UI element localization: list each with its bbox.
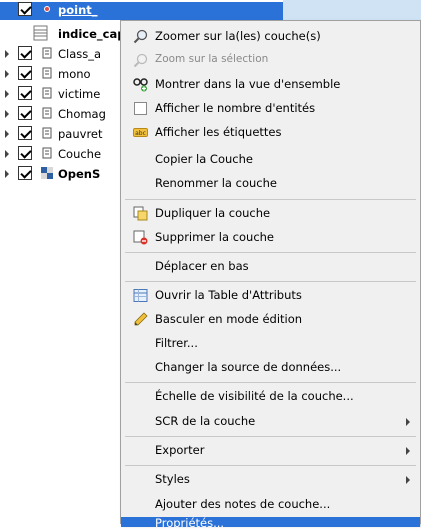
polygon-layer-icon bbox=[42, 47, 52, 59]
menu-toggle-editing[interactable]: Basculer en mode édition bbox=[121, 308, 420, 331]
menu-change-source[interactable]: Changer la source de données... bbox=[121, 356, 420, 379]
menu-label: Montrer dans la vue d'ensemble bbox=[155, 77, 341, 91]
layer-context-menu: Zoomer sur la(les) couche(s) Zoom sur la… bbox=[120, 20, 421, 530]
expand-arrow-icon[interactable] bbox=[5, 130, 9, 138]
layer-visibility-checkbox[interactable] bbox=[18, 166, 32, 180]
menu-separator bbox=[125, 281, 416, 282]
menu-copy-layer[interactable]: Copier la Couche bbox=[121, 148, 420, 171]
menu-label: Propriétés... bbox=[155, 516, 225, 530]
layer-visibility-checkbox[interactable] bbox=[18, 106, 32, 120]
layer-row-point[interactable]: point_ bbox=[0, 0, 421, 22]
labels-icon: abc bbox=[133, 128, 148, 137]
menu-filter[interactable]: Filtrer... bbox=[121, 332, 420, 355]
feature-count-checkbox-icon bbox=[134, 102, 147, 115]
menu-zoom-selection[interactable]: Zoom sur la sélection bbox=[121, 49, 420, 72]
menu-show-feature-count[interactable]: Afficher le nombre d'entités bbox=[121, 97, 420, 120]
polygon-layer-icon bbox=[42, 67, 52, 79]
menu-label: Zoomer sur la(les) couche(s) bbox=[155, 29, 321, 43]
menu-label: Renommer la couche bbox=[155, 176, 277, 190]
layer-visibility-checkbox[interactable] bbox=[18, 146, 32, 160]
menu-separator bbox=[125, 436, 416, 437]
menu-label: Ajouter des notes de couche... bbox=[155, 497, 331, 511]
menu-rename-layer[interactable]: Renommer la couche bbox=[121, 172, 420, 195]
menu-label: Styles bbox=[155, 472, 190, 486]
menu-label: Basculer en mode édition bbox=[155, 312, 303, 326]
submenu-arrow-icon bbox=[406, 447, 410, 455]
menu-label: Exporter bbox=[155, 443, 205, 457]
layer-name: indice_cap bbox=[58, 27, 126, 41]
expand-arrow-icon[interactable] bbox=[5, 110, 9, 118]
expand-arrow-icon[interactable] bbox=[5, 170, 9, 178]
layer-name: point_ bbox=[58, 3, 98, 17]
layer-name: OpenS bbox=[58, 167, 101, 181]
menu-layer-crs[interactable]: SCR de la couche bbox=[121, 410, 420, 433]
layer-name: victime bbox=[58, 87, 101, 101]
menu-duplicate-layer[interactable]: Dupliquer la couche bbox=[121, 202, 420, 225]
pencil-icon bbox=[134, 312, 148, 326]
menu-label: Afficher le nombre d'entités bbox=[155, 101, 316, 115]
menu-label: Échelle de visibilité de la couche... bbox=[155, 389, 354, 403]
expand-arrow-icon[interactable] bbox=[5, 50, 9, 58]
submenu-arrow-icon bbox=[406, 476, 410, 484]
overview-glasses-icon bbox=[133, 78, 148, 92]
expand-arrow-icon[interactable] bbox=[5, 70, 9, 78]
layer-visibility-checkbox[interactable] bbox=[18, 2, 32, 16]
layer-name: Couche bbox=[58, 147, 102, 161]
menu-visibility-scale[interactable]: Échelle de visibilité de la couche... bbox=[121, 385, 420, 408]
menu-label: Supprimer la couche bbox=[155, 230, 275, 244]
menu-move-bottom[interactable]: Déplacer en bas bbox=[121, 255, 420, 278]
remove-layer-icon bbox=[133, 230, 148, 245]
menu-label: Afficher les étiquettes bbox=[155, 125, 282, 139]
menu-label: Ouvrir la Table d'Attributs bbox=[155, 288, 302, 302]
submenu-arrow-icon bbox=[406, 418, 410, 426]
polygon-layer-icon bbox=[42, 107, 52, 119]
menu-export[interactable]: Exporter bbox=[121, 439, 420, 462]
menu-label: Déplacer en bas bbox=[155, 259, 249, 273]
menu-label: SCR de la couche bbox=[155, 414, 256, 428]
layer-visibility-checkbox[interactable] bbox=[18, 126, 32, 140]
attribute-table-icon bbox=[133, 289, 148, 302]
zoom-selection-icon bbox=[133, 53, 148, 68]
expand-arrow-icon[interactable] bbox=[5, 150, 9, 158]
point-layer-icon bbox=[44, 6, 50, 12]
osm-layer-icon bbox=[41, 167, 53, 179]
menu-label: Dupliquer la couche bbox=[155, 206, 271, 220]
polygon-layer-icon bbox=[42, 127, 52, 139]
layer-name: pauvret bbox=[58, 127, 103, 141]
zoom-icon bbox=[133, 29, 148, 44]
menu-separator bbox=[125, 252, 416, 253]
menu-open-attribute-table[interactable]: Ouvrir la Table d'Attributs bbox=[121, 284, 420, 307]
expand-arrow-icon[interactable] bbox=[5, 90, 9, 98]
menu-separator bbox=[125, 382, 416, 383]
svg-text:abc: abc bbox=[135, 130, 146, 137]
table-layer-icon bbox=[33, 25, 48, 41]
menu-add-notes[interactable]: Ajouter des notes de couche... bbox=[121, 493, 420, 516]
menu-show-labels[interactable]: abc Afficher les étiquettes bbox=[121, 121, 420, 144]
polygon-layer-icon bbox=[42, 87, 52, 99]
layer-visibility-checkbox[interactable] bbox=[18, 66, 32, 80]
layer-name: mono bbox=[58, 67, 91, 81]
menu-label: Filtrer... bbox=[155, 336, 198, 350]
menu-remove-layer[interactable]: Supprimer la couche bbox=[121, 226, 420, 249]
layer-visibility-checkbox[interactable] bbox=[18, 46, 32, 60]
layer-name: Chomag bbox=[58, 107, 106, 121]
menu-styles[interactable]: Styles bbox=[121, 468, 420, 491]
menu-separator bbox=[125, 199, 416, 200]
panel-header-band bbox=[283, 0, 421, 22]
menu-label: Zoom sur la sélection bbox=[155, 53, 269, 65]
menu-label: Changer la source de données... bbox=[155, 360, 342, 374]
menu-separator bbox=[125, 465, 416, 466]
menu-label: Copier la Couche bbox=[155, 152, 253, 166]
polygon-layer-icon bbox=[42, 147, 52, 159]
duplicate-layer-icon bbox=[133, 206, 148, 221]
menu-show-overview[interactable]: Montrer dans la vue d'ensemble bbox=[121, 73, 420, 96]
layer-visibility-checkbox[interactable] bbox=[18, 86, 32, 100]
layer-name: Class_a bbox=[58, 47, 102, 61]
menu-zoom-layer[interactable]: Zoomer sur la(les) couche(s) bbox=[121, 25, 420, 48]
